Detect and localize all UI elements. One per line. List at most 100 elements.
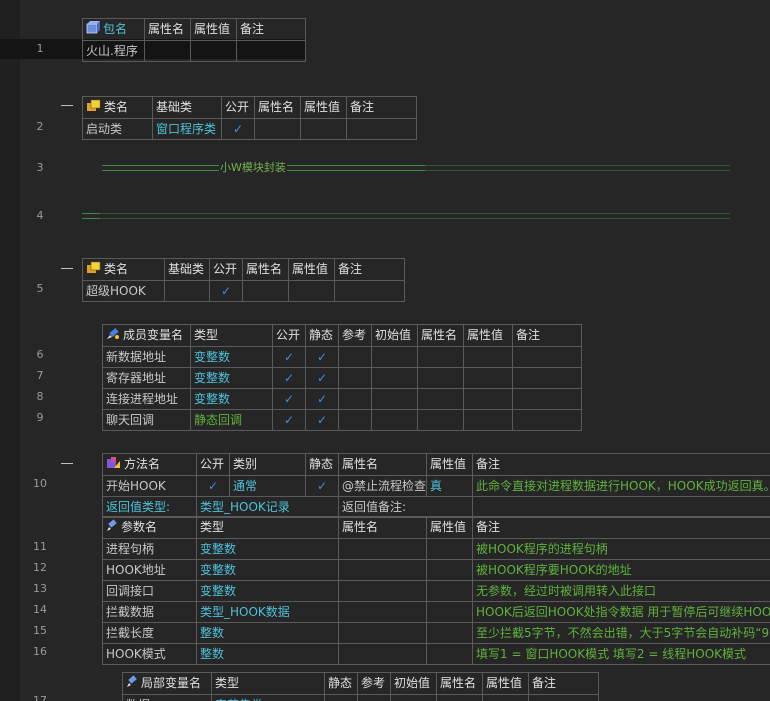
attr-name-cell[interactable] xyxy=(338,600,427,623)
public-checkmark-icon[interactable]: ✓ xyxy=(209,279,243,302)
fold-collapse-icon[interactable] xyxy=(61,105,73,106)
base-class-cell[interactable]: 窗口程序类 xyxy=(152,117,222,140)
param-type-cell[interactable]: 整数 xyxy=(196,642,339,665)
attr-value-cell[interactable] xyxy=(190,39,237,62)
attr-name-cell[interactable] xyxy=(254,117,301,140)
remark-cell[interactable] xyxy=(334,279,405,302)
attr-name-cell[interactable] xyxy=(144,39,191,62)
table-row[interactable]: HOOK地址 变整数 被HOOK程序要HOOK的地址 xyxy=(102,558,770,581)
static-checkmark-icon[interactable]: ✓ xyxy=(305,474,339,497)
attr-name-cell[interactable]: @禁止流程检查 xyxy=(338,474,427,497)
member-name-cell[interactable]: 连接进程地址 xyxy=(102,387,191,410)
table-row[interactable]: 超级HOOK ✓ xyxy=(82,279,405,302)
attr-value-cell[interactable] xyxy=(426,621,473,644)
static-checkmark-icon[interactable]: ✓ xyxy=(305,345,339,368)
public-checkmark-icon[interactable]: ✓ xyxy=(272,408,306,431)
param-name-cell[interactable]: 进程句柄 xyxy=(102,537,197,560)
attr-value-cell[interactable] xyxy=(463,345,513,368)
table-row[interactable]: 聊天回调 静态回调 ✓ ✓ xyxy=(102,408,582,431)
attr-name-cell[interactable] xyxy=(338,558,427,581)
param-name-cell[interactable]: 拦截数据 xyxy=(102,600,197,623)
attr-value-cell[interactable] xyxy=(426,642,473,665)
table-row[interactable]: 开始HOOK ✓ 通常 ✓ @禁止流程检查 真 此命令直接对进程数据进行HOOK… xyxy=(102,474,770,497)
table-row[interactable]: 回调接口 变整数 无参数，经过时被调用转入此接口 xyxy=(102,579,770,602)
attr-name-cell[interactable] xyxy=(417,387,464,410)
table-row[interactable]: 返回值类型: 类型_HOOK记录 返回值备注: xyxy=(102,495,770,518)
ref-cell[interactable] xyxy=(338,366,372,389)
base-class-cell[interactable] xyxy=(164,279,210,302)
table-row[interactable]: HOOK模式 整数 填写1 = 窗口HOOK模式 填写2 = 线程HOOK模式 xyxy=(102,642,770,665)
ref-cell[interactable] xyxy=(338,387,372,410)
param-remark-cell[interactable]: 至少拦截5字节，不然会出错，大于5字节会自动补码“90” xyxy=(472,621,770,644)
attr-value-cell[interactable] xyxy=(426,600,473,623)
param-type-cell[interactable]: 变整数 xyxy=(196,537,339,560)
local-type-cell[interactable]: 字节集类 xyxy=(211,693,325,701)
attr-value-cell[interactable] xyxy=(463,387,513,410)
init-value-cell[interactable] xyxy=(390,693,437,701)
public-checkmark-icon[interactable]: ✓ xyxy=(272,366,306,389)
class-name-cell[interactable]: 启动类 xyxy=(82,117,153,140)
param-remark-cell[interactable]: 被HOOK程序要HOOK的地址 xyxy=(472,558,770,581)
init-value-cell[interactable] xyxy=(371,345,418,368)
table-row[interactable]: 寄存器地址 变整数 ✓ ✓ xyxy=(102,366,582,389)
member-type-cell[interactable]: 变整数 xyxy=(190,387,273,410)
table-row[interactable]: 拦截长度 整数 至少拦截5字节，不然会出错，大于5字节会自动补码“90” xyxy=(102,621,770,644)
attr-name-cell[interactable] xyxy=(338,642,427,665)
method-remark-cell[interactable]: 此命令直接对进程数据进行HOOK，HOOK成功返回真。 xyxy=(472,474,770,497)
table-row[interactable]: 启动类 窗口程序类 ✓ xyxy=(82,117,417,140)
local-name-cell[interactable]: 数据 xyxy=(122,693,212,701)
return-remark-cell[interactable] xyxy=(472,495,770,518)
init-value-cell[interactable] xyxy=(371,408,418,431)
static-checkmark-icon[interactable]: ✓ xyxy=(305,387,339,410)
method-name-cell[interactable]: 开始HOOK xyxy=(102,474,197,497)
attr-name-cell[interactable] xyxy=(436,693,483,701)
param-name-cell[interactable]: 拦截长度 xyxy=(102,621,197,644)
attr-value-cell[interactable]: 真 xyxy=(426,474,473,497)
table-row[interactable]: 拦截数据 类型_HOOK数据 HOOK后返回HOOK处指令数据 用于暂停后可继续… xyxy=(102,600,770,623)
param-remark-cell[interactable]: HOOK后返回HOOK处指令数据 用于暂停后可继续HOOK xyxy=(472,600,770,623)
member-type-cell[interactable]: 变整数 xyxy=(190,366,273,389)
static-checkmark-icon[interactable]: ✓ xyxy=(305,408,339,431)
param-type-cell[interactable]: 变整数 xyxy=(196,558,339,581)
attr-value-cell[interactable] xyxy=(482,693,529,701)
ref-cell[interactable] xyxy=(338,408,372,431)
static-cell[interactable] xyxy=(324,693,358,701)
attr-name-cell[interactable] xyxy=(338,579,427,602)
member-name-cell[interactable]: 新数据地址 xyxy=(102,345,191,368)
init-value-cell[interactable] xyxy=(371,366,418,389)
init-value-cell[interactable] xyxy=(371,387,418,410)
attr-value-cell[interactable] xyxy=(426,537,473,560)
attr-name-cell[interactable] xyxy=(417,366,464,389)
attr-name-cell[interactable] xyxy=(338,537,427,560)
param-remark-cell[interactable]: 被HOOK程序的进程句柄 xyxy=(472,537,770,560)
public-checkmark-icon[interactable]: ✓ xyxy=(221,117,255,140)
fold-collapse-icon[interactable] xyxy=(61,463,73,464)
class-name-cell[interactable]: 超级HOOK xyxy=(82,279,165,302)
table-row[interactable]: 连接进程地址 变整数 ✓ ✓ xyxy=(102,387,582,410)
attr-value-cell[interactable] xyxy=(463,408,513,431)
param-name-cell[interactable]: HOOK模式 xyxy=(102,642,197,665)
public-checkmark-icon[interactable]: ✓ xyxy=(272,345,306,368)
member-type-cell[interactable]: 静态回调 xyxy=(190,408,273,431)
public-checkmark-icon[interactable]: ✓ xyxy=(196,474,230,497)
ref-cell[interactable] xyxy=(338,345,372,368)
remark-cell[interactable] xyxy=(346,117,417,140)
attr-name-cell[interactable] xyxy=(242,279,289,302)
attr-value-cell[interactable] xyxy=(426,579,473,602)
remark-cell[interactable] xyxy=(512,345,582,368)
table-row[interactable]: 数据 字节集类 xyxy=(122,693,599,701)
attr-value-cell[interactable] xyxy=(288,279,335,302)
param-remark-cell[interactable]: 无参数，经过时被调用转入此接口 xyxy=(472,579,770,602)
param-type-cell[interactable]: 整数 xyxy=(196,621,339,644)
attr-name-cell[interactable] xyxy=(417,408,464,431)
remark-cell[interactable] xyxy=(512,366,582,389)
ref-cell[interactable] xyxy=(357,693,391,701)
table-row[interactable]: 新数据地址 变整数 ✓ ✓ xyxy=(102,345,582,368)
param-type-cell[interactable]: 类型_HOOK数据 xyxy=(196,600,339,623)
method-category-cell[interactable]: 通常 xyxy=(229,474,306,497)
package-name-cell[interactable]: 火山.程序 xyxy=(82,39,145,62)
return-type-cell[interactable]: 类型_HOOK记录 xyxy=(196,495,339,518)
static-checkmark-icon[interactable]: ✓ xyxy=(305,366,339,389)
table-row[interactable]: 火山.程序 xyxy=(82,39,306,62)
param-remark-cell[interactable]: 填写1 = 窗口HOOK模式 填写2 = 线程HOOK模式 xyxy=(472,642,770,665)
